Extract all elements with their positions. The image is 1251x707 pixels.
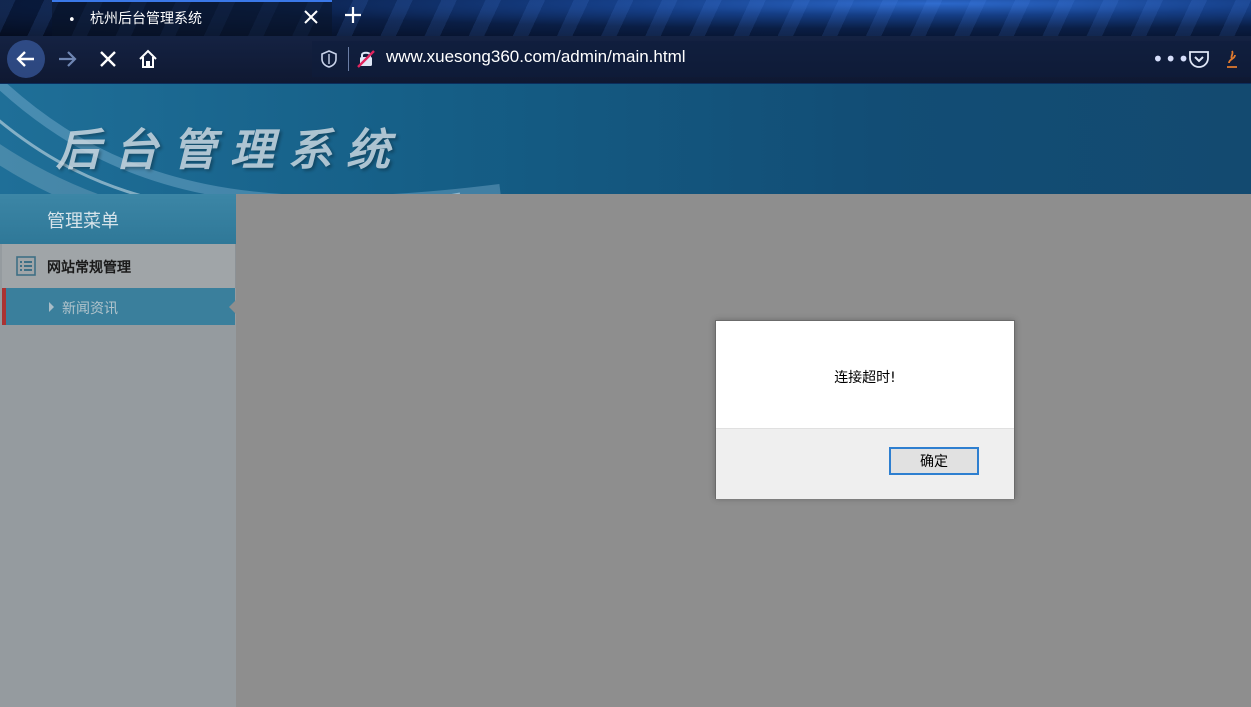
address-separator: [348, 47, 349, 71]
active-marker: [2, 288, 6, 325]
alert-dialog: 连接超时! 确定: [715, 320, 1015, 499]
sidebar-item-label: 新闻资讯: [62, 301, 118, 317]
home-button[interactable]: [129, 40, 167, 78]
insecure-lock-icon[interactable]: [356, 49, 376, 69]
ok-button[interactable]: 确定: [889, 447, 979, 475]
forward-icon: [59, 51, 77, 67]
stop-icon: [100, 51, 116, 67]
browser-tab-strip: • 杭州后台管理系统: [0, 0, 1251, 36]
dialog-footer: 确定: [716, 428, 1014, 499]
page-title: 后台管理系统: [56, 125, 404, 176]
shield-icon[interactable]: [319, 49, 339, 69]
caret-right-icon: [49, 302, 54, 312]
back-icon: [16, 51, 34, 67]
pocket-icon[interactable]: [1188, 49, 1210, 69]
url-text[interactable]: www.xuesong360.com/admin/main.html: [386, 47, 686, 67]
extension-icon[interactable]: [1224, 49, 1240, 69]
sidebar-item-news[interactable]: 新闻资讯: [2, 288, 236, 325]
sidebar-header: 管理菜单: [0, 194, 236, 244]
active-notch: [229, 300, 236, 314]
more-icon[interactable]: •••: [1152, 47, 1190, 71]
browser-toolbar: www.xuesong360.com/admin/main.html •••: [0, 36, 1251, 84]
sidebar-group-site-management[interactable]: 网站常规管理: [2, 244, 236, 288]
browser-tab[interactable]: • 杭州后台管理系统: [52, 0, 332, 36]
tab-title: 杭州后台管理系统: [90, 10, 202, 26]
back-button[interactable]: [7, 40, 45, 78]
plus-icon[interactable]: [342, 4, 364, 26]
address-bar[interactable]: www.xuesong360.com/admin/main.html •••: [312, 41, 1251, 77]
page-banner: 后台管理系统: [0, 84, 1251, 194]
tab-loading-icon: •: [68, 13, 76, 28]
close-icon[interactable]: [302, 8, 320, 26]
sidebar: 管理菜单 网站常规管理 新闻资讯: [0, 194, 236, 707]
dialog-message: 连接超时!: [834, 370, 896, 386]
forward-button[interactable]: [48, 40, 86, 78]
sidebar-group-label: 网站常规管理: [47, 260, 131, 276]
list-icon: [16, 256, 36, 276]
sidebar-header-label: 管理菜单: [47, 211, 119, 232]
home-icon: [139, 49, 157, 68]
stop-button[interactable]: [89, 40, 127, 78]
